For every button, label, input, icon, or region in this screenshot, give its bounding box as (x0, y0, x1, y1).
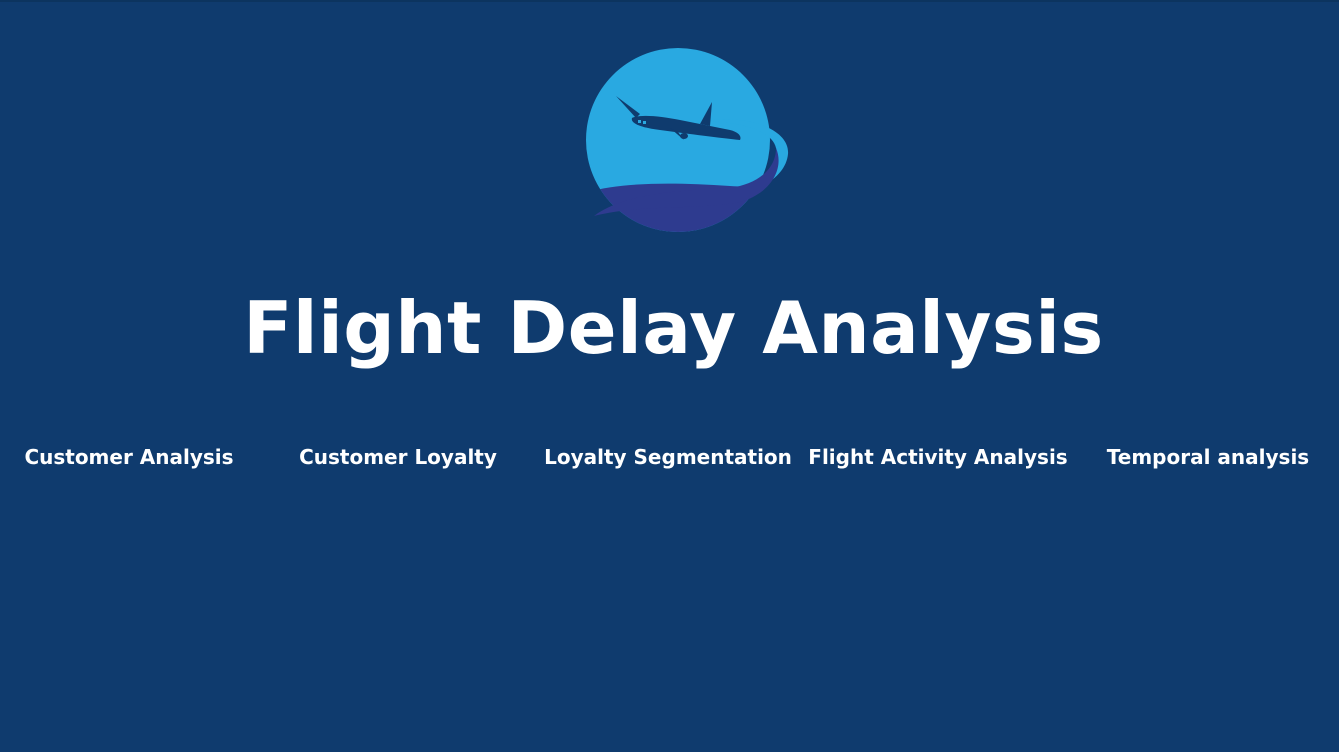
nav-item-loyalty-segmentation[interactable]: Loyalty Segmentation (544, 440, 792, 474)
page-title: Flight Delay Analysis (243, 286, 1104, 370)
nav-item-customer-loyalty[interactable]: Customer Loyalty (299, 440, 497, 474)
top-edge-divider (0, 0, 1339, 2)
navigation-bar: Customer Analysis Customer Loyalty Loyal… (0, 440, 1339, 474)
nav-item-flight-activity-analysis[interactable]: Flight Activity Analysis (808, 440, 1067, 474)
nav-item-customer-analysis[interactable]: Customer Analysis (24, 440, 233, 474)
nav-item-temporal-analysis[interactable]: Temporal analysis (1107, 440, 1309, 474)
airplane-logo-icon (580, 44, 800, 238)
